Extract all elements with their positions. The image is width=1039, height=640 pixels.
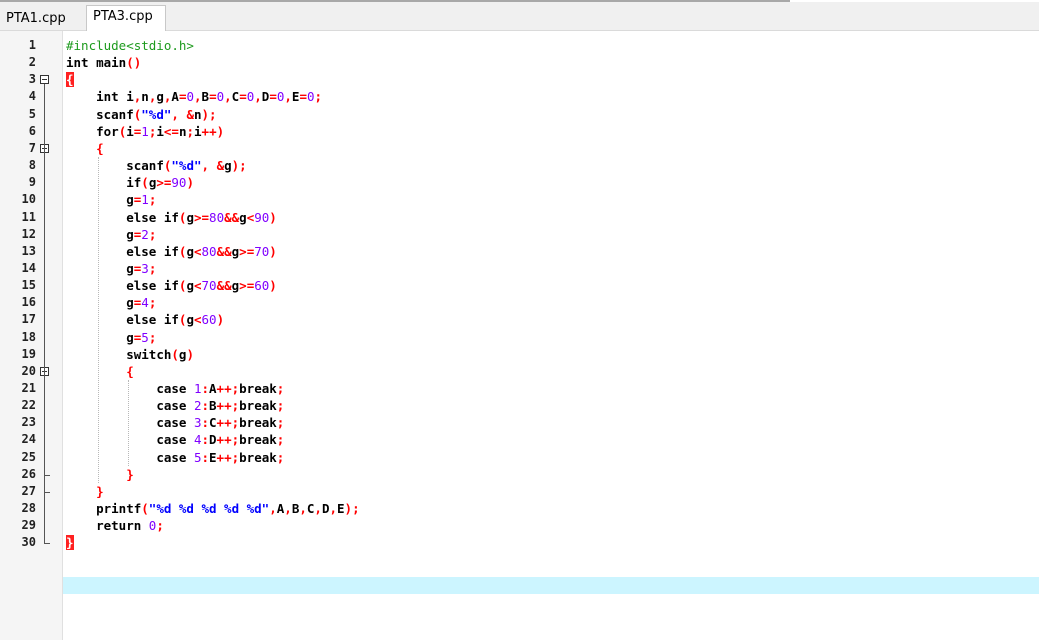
code-line[interactable]: case 1:A++;break; [66, 380, 284, 397]
code-line[interactable]: int main() [66, 54, 141, 71]
code-line[interactable]: g=3; [66, 260, 156, 277]
code-line[interactable]: } [66, 534, 74, 551]
line-number: 25 [21, 449, 36, 464]
code-line[interactable]: #include<stdio.h> [66, 37, 194, 54]
code-line[interactable]: scanf("%d", &n); [66, 106, 216, 123]
fold-end-marker [44, 543, 50, 545]
line-number: 16 [21, 295, 36, 310]
line-number: 22 [21, 398, 36, 413]
code-line[interactable]: for(i=1;i<=n;i++) [66, 123, 224, 140]
line-number: 13 [21, 243, 36, 258]
line-number: 5 [28, 106, 36, 121]
code-line[interactable]: case 4:D++;break; [66, 431, 284, 448]
code-line[interactable]: { [66, 363, 134, 380]
code-line[interactable]: else if(g<80&&g>=70) [66, 243, 277, 260]
code-line[interactable]: int i,n,g,A=0,B=0,C=0,D=0,E=0; [66, 88, 322, 105]
code-line[interactable]: { [66, 140, 104, 157]
code-line[interactable]: case 3:C++;break; [66, 414, 284, 431]
line-number: 23 [21, 415, 36, 430]
tab-bar: PTA1.cpp PTA3.cpp [0, 2, 1039, 31]
line-number: 3 [28, 72, 36, 87]
line-number: 26 [21, 466, 36, 481]
code-line[interactable]: } [66, 483, 104, 500]
code-line[interactable]: } [66, 466, 134, 483]
code-line[interactable]: case 2:B++;break; [66, 397, 284, 414]
code-line[interactable]: g=1; [66, 191, 156, 208]
line-number: 24 [21, 432, 36, 447]
code-line[interactable]: scanf("%d", &g); [66, 157, 246, 174]
code-line[interactable]: if(g>=90) [66, 174, 194, 191]
code-line[interactable]: case 5:E++;break; [66, 449, 284, 466]
code-line[interactable]: return 0; [66, 517, 164, 534]
code-line[interactable]: else if(g<60) [66, 311, 224, 328]
code-line[interactable]: switch(g) [66, 346, 194, 363]
line-number: 14 [21, 260, 36, 275]
tab-pta1[interactable]: PTA1.cpp [0, 8, 84, 30]
line-number: 15 [21, 278, 36, 293]
fold-end-marker [44, 474, 50, 476]
line-number: 19 [21, 346, 36, 361]
editor-window: PTA1.cpp PTA3.cpp 1 2 3 4 5 6 7 8 9 10 11 12 13 14 15 1… [0, 0, 1039, 640]
gutter-divider [62, 31, 63, 640]
line-number: 8 [28, 158, 36, 173]
line-number: 17 [21, 312, 36, 327]
line-number: 20 [21, 363, 36, 378]
line-number: 1 [28, 38, 36, 52]
code-line[interactable]: else if(g>=80&&g<90) [66, 209, 277, 226]
current-line-highlight [63, 577, 1039, 594]
line-number: 27 [21, 483, 36, 498]
code-line[interactable]: printf("%d %d %d %d %d",A,B,C,D,E); [66, 500, 359, 517]
code-line[interactable]: else if(g<70&&g>=60) [66, 277, 277, 294]
line-number: 28 [21, 501, 36, 516]
code-line[interactable]: { [66, 71, 74, 88]
line-number: 18 [21, 329, 36, 344]
code-line[interactable]: g=2; [66, 226, 156, 243]
fold-end-marker [44, 491, 50, 493]
line-number: 6 [28, 123, 36, 138]
line-number: 29 [21, 518, 36, 533]
code-line[interactable]: g=4; [66, 294, 156, 311]
line-number: 11 [21, 209, 36, 224]
line-number: 4 [28, 89, 36, 104]
code-line[interactable]: g=5; [66, 329, 156, 346]
fold-toggle-icon[interactable] [40, 75, 49, 85]
line-number: 12 [21, 226, 36, 241]
line-number: 7 [28, 140, 36, 155]
line-number: 21 [21, 381, 36, 395]
line-number: 9 [28, 175, 36, 190]
line-number: 30 [21, 535, 36, 550]
tab-pta3[interactable]: PTA3.cpp [86, 5, 166, 31]
line-number: 10 [21, 192, 36, 207]
line-number: 2 [28, 55, 36, 70]
